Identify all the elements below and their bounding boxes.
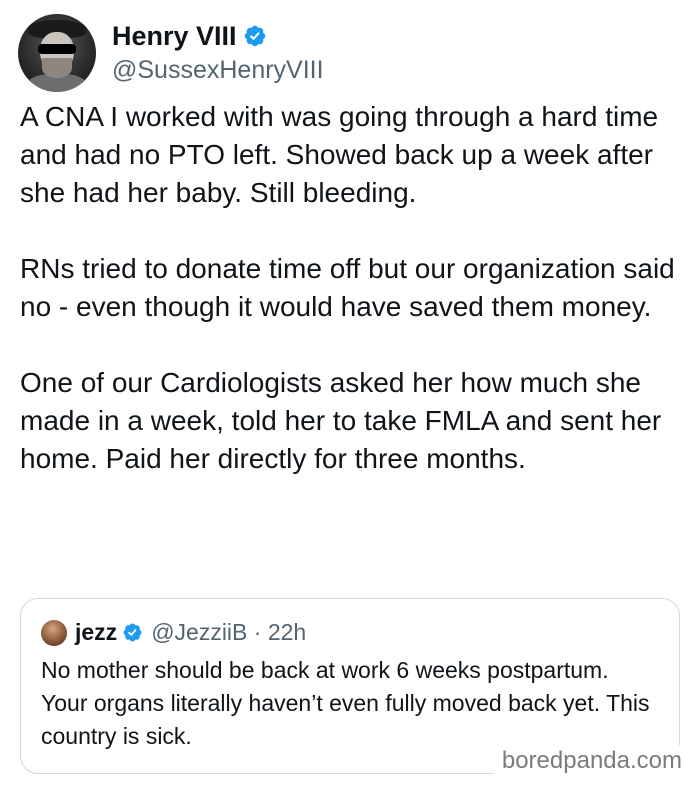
quoted-display-name: jezz [75, 619, 118, 645]
verified-badge-icon [244, 25, 265, 47]
tweet-body: A CNA I worked with was going through a … [20, 98, 690, 478]
quoted-tweet-header: jezz @JezziiB · 22h [41, 619, 659, 646]
avatar[interactable] [18, 14, 96, 92]
tweet-paragraph: A CNA I worked with was going through a … [20, 101, 659, 208]
watermark: boredpanda.com [493, 745, 686, 775]
tweet-paragraph: RNs tried to donate time off but our org… [20, 253, 675, 322]
tweet-screenshot: Henry VIII @SussexHenryVIII A CNA I work… [0, 0, 700, 785]
author-names: Henry VIII @SussexHenryVIII [112, 20, 324, 86]
tweet-paragraph: One of our Cardiologists asked her how m… [20, 367, 662, 474]
verified-badge-icon [123, 623, 142, 642]
quoted-handle-time: @JezziiB · 22h [151, 619, 307, 645]
quoted-tweet-text: No mother should be back at work 6 weeks… [41, 657, 650, 749]
quoted-avatar [41, 619, 67, 646]
author-handle[interactable]: @SussexHenryVIII [112, 54, 324, 86]
tweet-header: Henry VIII @SussexHenryVIII [18, 14, 324, 92]
author-display-name[interactable]: Henry VIII [112, 20, 237, 52]
